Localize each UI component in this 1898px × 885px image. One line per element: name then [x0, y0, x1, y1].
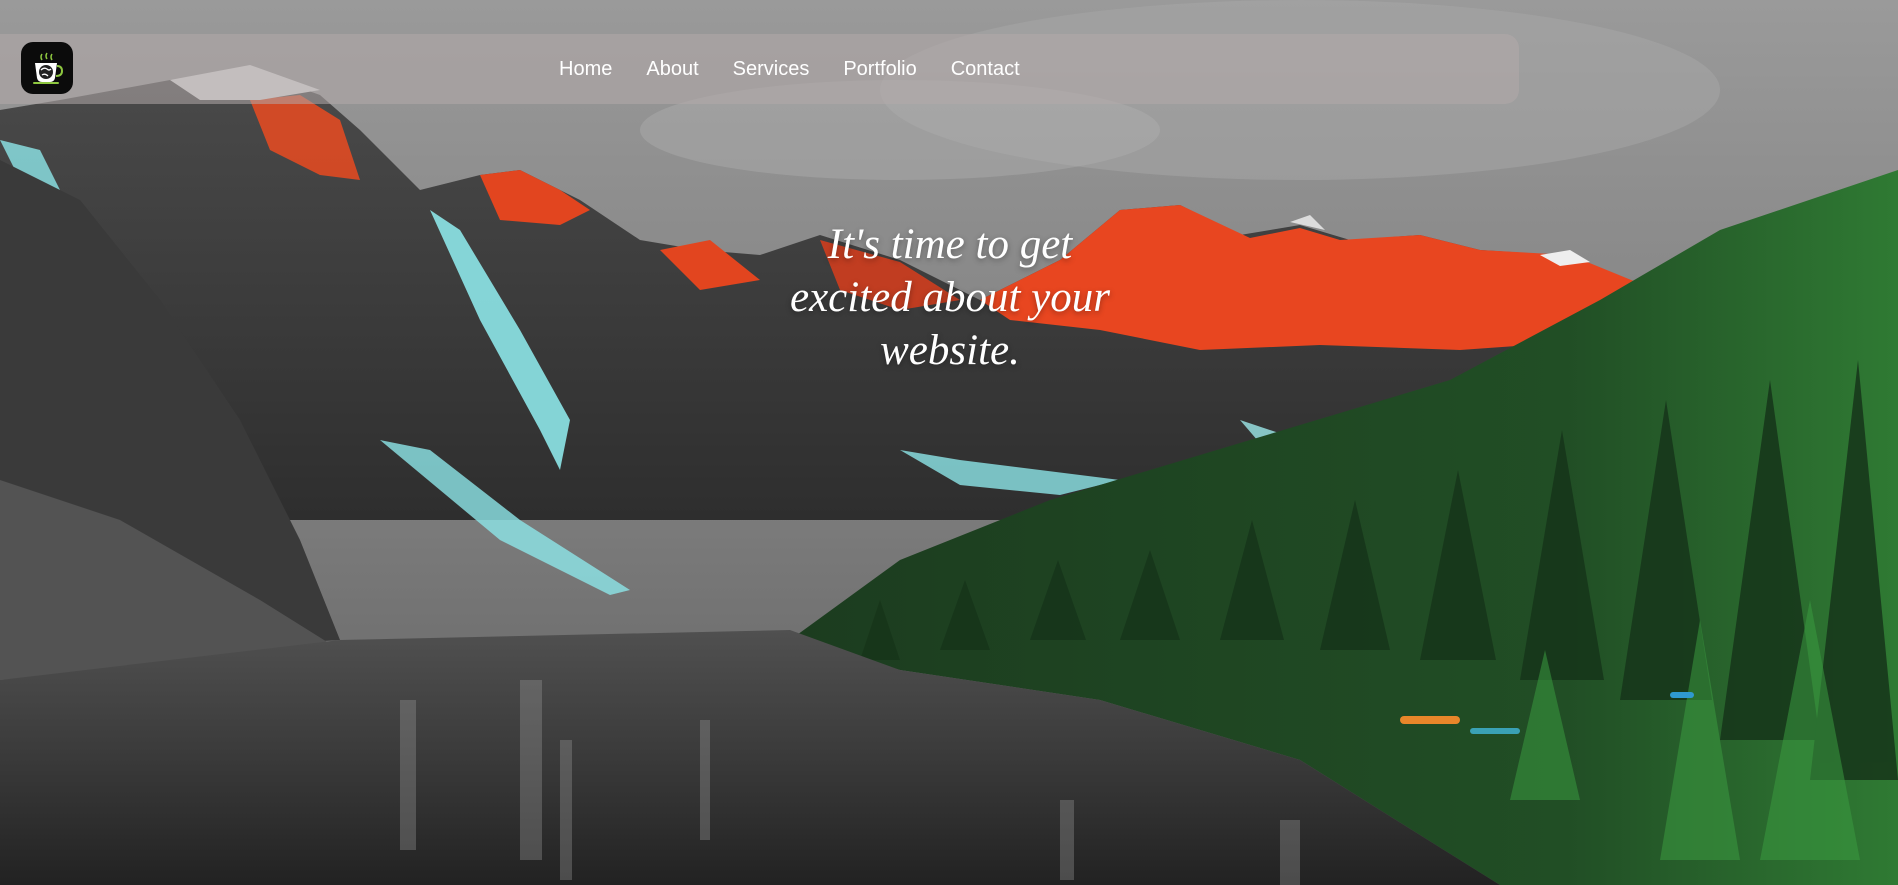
nav-link-about[interactable]: About — [629, 34, 715, 104]
coffee-cup-globe-icon — [33, 52, 64, 84]
hero-headline: It's time to get excited about your webs… — [700, 218, 1200, 377]
nav-link-home[interactable]: Home — [542, 34, 629, 104]
site-logo[interactable] — [21, 42, 73, 94]
page: Home About Services Portfolio Contact It… — [0, 0, 1898, 885]
nav-link-portfolio[interactable]: Portfolio — [826, 34, 933, 104]
main-navigation: Home About Services Portfolio Contact — [542, 34, 1037, 104]
nav-link-contact[interactable]: Contact — [934, 34, 1037, 104]
nav-link-services[interactable]: Services — [716, 34, 827, 104]
hero-line-1: It's time to get — [827, 221, 1073, 268]
hero-line-2: excited about your — [789, 274, 1110, 321]
hero-line-3: website. — [880, 327, 1020, 374]
hero-background-image — [0, 0, 1898, 885]
